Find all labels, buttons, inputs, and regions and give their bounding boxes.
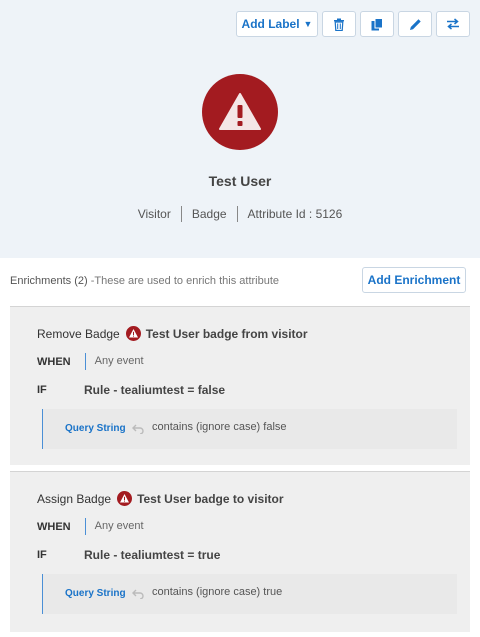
add-label-text: Add Label — [241, 17, 300, 31]
edit-button[interactable] — [398, 11, 432, 37]
copy-icon — [371, 17, 383, 30]
badge-warning-icon — [125, 326, 141, 341]
warning-icon — [219, 93, 261, 130]
add-label-button[interactable]: Add Label ▼ — [236, 11, 318, 37]
condition-source-label: Query String — [65, 423, 126, 434]
meta-attribute-id: Attribute Id : 5126 — [236, 206, 353, 222]
enrichment-card[interactable]: Assign Badge Test User badge to visitor … — [10, 471, 470, 632]
delete-button[interactable] — [322, 11, 356, 37]
enrichments-count: Enrichments (2) — [10, 275, 88, 287]
trash-icon — [334, 18, 344, 31]
condition-box: Query String contains (ignore case) true — [42, 574, 457, 614]
caret-down-icon: ▼ — [303, 19, 313, 29]
if-label: IF — [37, 384, 47, 396]
meta-type: Badge — [180, 206, 237, 222]
condition-source-label: Query String — [65, 588, 126, 599]
when-row: WHEN Any event — [37, 353, 144, 370]
enrichment-title: Assign Badge Test User badge to visitor — [37, 491, 284, 506]
attribute-meta: Visitor Badge Attribute Id : 5126 — [0, 206, 480, 222]
condition-source: Query String — [65, 423, 144, 434]
meta-scope: Visitor — [137, 207, 171, 221]
rule-name: Rule - tealiumtest = false — [84, 383, 226, 397]
attribute-avatar — [202, 74, 278, 150]
copy-button[interactable] — [360, 11, 394, 37]
condition-box: Query String contains (ignore case) fals… — [42, 409, 457, 449]
if-row: IF Rule - tealiumtest = false — [37, 383, 225, 397]
enrichments-header: Enrichments (2) -These are used to enric… — [10, 275, 279, 287]
add-enrichment-button[interactable]: Add Enrichment — [362, 267, 466, 293]
transfer-button[interactable] — [436, 11, 470, 37]
attribute-name: Test User — [208, 173, 272, 189]
attribute-header-panel: Add Label ▼ Test User Visitor Badge Attr… — [0, 0, 480, 258]
enrichment-target: Test User badge to visitor — [137, 491, 284, 506]
enrichment-target: Test User badge from visitor — [145, 326, 308, 341]
badge-warning-icon — [117, 491, 133, 506]
condition-text: contains (ignore case) true — [152, 586, 283, 598]
condition-text: contains (ignore case) false — [152, 421, 287, 433]
enrichments-subtitle: -These are used to enrich this attribute — [87, 275, 280, 287]
undo-icon — [131, 424, 144, 434]
enrichment-action: Assign Badge — [37, 491, 112, 506]
when-row: WHEN Any event — [37, 518, 144, 535]
enrichment-action: Remove Badge — [37, 326, 120, 341]
swap-icon — [447, 18, 459, 30]
when-label: WHEN — [37, 355, 71, 368]
undo-icon — [131, 589, 144, 599]
enrichment-title: Remove Badge Test User badge from visito… — [37, 326, 308, 341]
pencil-icon — [409, 18, 421, 30]
when-label: WHEN — [37, 520, 71, 533]
rule-name: Rule - tealiumtest = true — [84, 548, 221, 562]
if-row: IF Rule - tealiumtest = true — [37, 548, 220, 562]
enrichment-card[interactable]: Remove Badge Test User badge from visito… — [10, 306, 470, 465]
toolbar: Add Label ▼ — [232, 11, 470, 37]
condition-source: Query String — [65, 588, 144, 599]
when-value: Any event — [84, 353, 144, 370]
if-label: IF — [37, 549, 47, 561]
when-value: Any event — [84, 518, 144, 535]
